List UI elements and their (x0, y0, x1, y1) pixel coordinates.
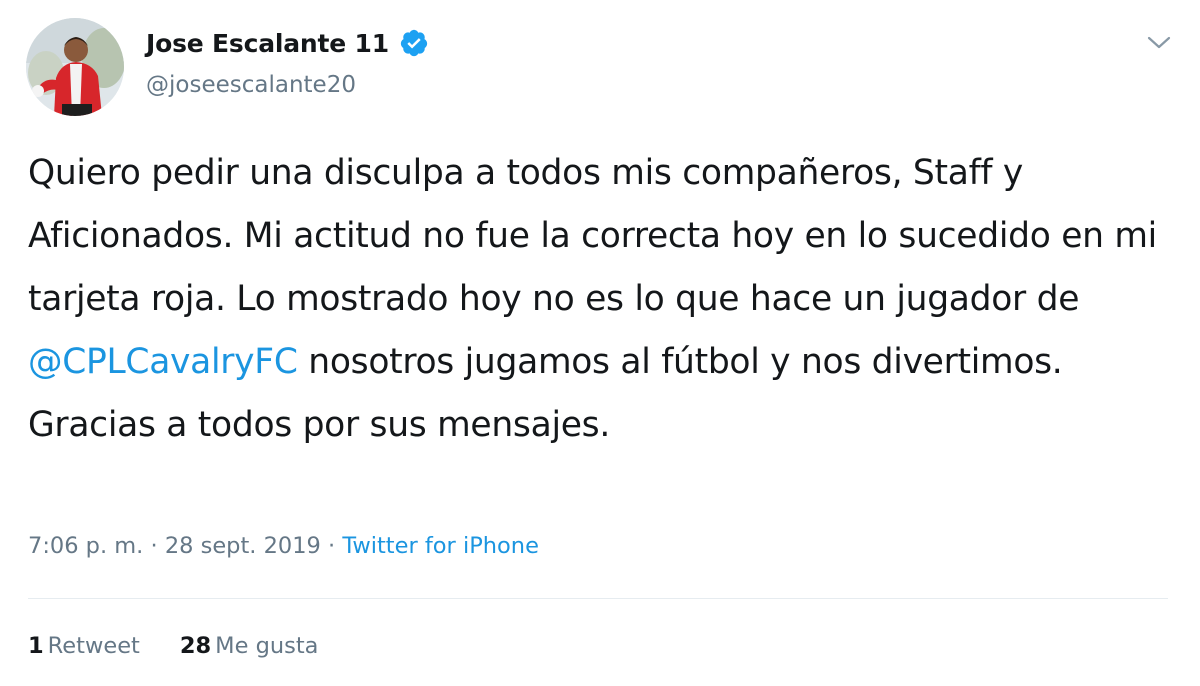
tweet-metadata: 7:06 p. m. · 28 sept. 2019 · Twitter for… (28, 533, 539, 559)
tweet-stats: 1 Retweet 28 Me gusta (28, 633, 318, 659)
tweet-source-link[interactable]: Twitter for iPhone (342, 533, 539, 559)
tweet-date[interactable]: 28 sept. 2019 (165, 533, 321, 559)
mention-link[interactable]: @CPLCavalryFC (28, 342, 298, 382)
tweet-text: Quiero pedir una disculpa a todos mis co… (28, 142, 1178, 457)
author-handle[interactable]: @joseescalante20 (146, 72, 356, 98)
likes-label: Me gusta (215, 633, 319, 659)
player-avatar-image (26, 18, 124, 116)
divider (28, 598, 1168, 599)
likes-stat[interactable]: 28 Me gusta (180, 633, 319, 659)
meta-separator: · (320, 533, 343, 559)
author-name-row[interactable]: Jose Escalante 11 (146, 28, 429, 58)
meta-separator: · (143, 533, 165, 559)
likes-count: 28 (179, 633, 212, 659)
retweets-count: 1 (28, 633, 44, 659)
tweet-card: Jose Escalante 11 @joseescalante20 Quier… (0, 0, 1200, 686)
retweets-stat[interactable]: 1 Retweet (28, 633, 140, 659)
author-display-name[interactable]: Jose Escalante 11 (146, 29, 389, 58)
tweet-time[interactable]: 7:06 p. m. (28, 533, 143, 559)
chevron-down-icon[interactable] (1146, 34, 1172, 52)
retweets-label: Retweet (47, 633, 140, 659)
verified-badge-icon (400, 29, 428, 57)
tweet-text-segment: Quiero pedir una disculpa a todos mis co… (28, 153, 1157, 319)
avatar[interactable] (26, 18, 124, 116)
